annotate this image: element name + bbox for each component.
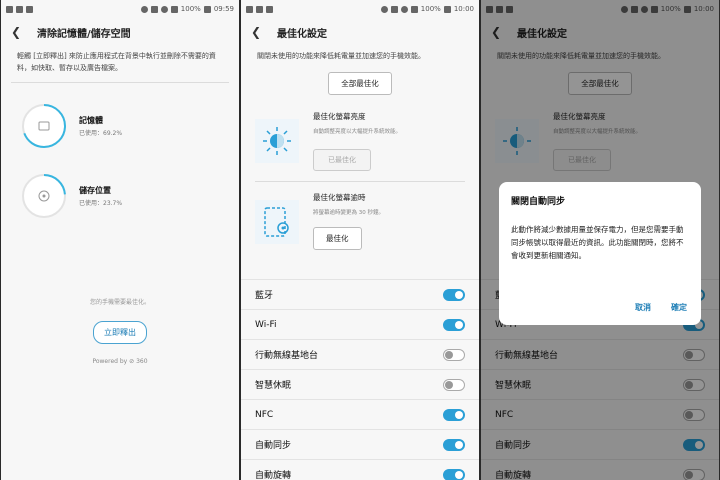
gallery-icon <box>6 5 13 13</box>
auto-sync-dialog: 關閉自動同步 此動作將減少數據用量並保存電力，但是您需要手動同步帳號以取得最近的… <box>499 182 701 325</box>
back-arrow-icon[interactable]: ❮ <box>11 25 27 39</box>
battery-icon <box>203 5 211 13</box>
toggle-switch[interactable] <box>443 288 465 301</box>
description: 關閉未使用的功能來降低耗電量並加速您的手機效能。 <box>257 52 425 60</box>
app-bar: ❮ 最佳化設定 <box>241 18 479 46</box>
divider <box>255 181 465 182</box>
clock: 10:00 <box>453 5 474 13</box>
toggle-row[interactable]: 藍牙 <box>241 279 479 309</box>
memory-label: 記憶體 <box>79 116 103 125</box>
toggle-label: 自動同步 <box>255 441 292 451</box>
wifi-icon <box>160 5 168 13</box>
signal-icon <box>410 5 418 13</box>
toggle-label: 自動旋轉 <box>255 471 292 480</box>
battery-icon <box>443 5 451 13</box>
memory-used: 已使用：69.2% <box>79 130 123 137</box>
toggle-list: 藍牙 Wi-Fi 行動無線基地台智慧休眠 NFC 自動同步自動旋轉 <box>241 279 479 480</box>
toggle-label: Wi-Fi <box>255 319 277 330</box>
battery-percent: 100% <box>420 5 441 13</box>
brightness-icon <box>255 119 299 163</box>
app-bar: ❮ 清除記憶體/儲存空間 <box>1 18 239 46</box>
status-bar: 100% 10:00 <box>241 0 479 18</box>
timeout-card: 最佳化螢幕逾時 將螢幕逾時變更為 30 秒鐘。 最佳化 <box>241 186 479 256</box>
wifi-icon <box>400 5 408 13</box>
storage-gauge <box>22 174 66 218</box>
toggle-row[interactable]: 智慧休眠 <box>241 369 479 399</box>
release-now-button[interactable]: 立即釋出 <box>93 321 147 344</box>
notification-icon <box>26 5 33 13</box>
status-bar: 100% 09:59 <box>1 0 239 18</box>
optimize-all-button[interactable]: 全部最佳化 <box>328 72 392 95</box>
toggle-label: 智慧休眠 <box>255 381 292 391</box>
confirm-button[interactable]: 確定 <box>671 302 687 313</box>
bluetooth-icon <box>380 5 388 13</box>
brightness-title: 最佳化螢幕亮度 <box>313 112 366 121</box>
powered-by-label: Powered by ⊘ 360 <box>92 358 148 365</box>
toggle-label: 藍牙 <box>255 291 274 301</box>
brightness-sub: 自動調整亮度以大幅提升系統效能。 <box>313 129 402 135</box>
bluetooth-icon <box>140 5 148 13</box>
description: 輕觸 [立即釋出] 來防止應用程式在背景中執行並刪除不需要的資料，如快取、暫存以… <box>17 52 216 72</box>
toggle-switch[interactable] <box>443 408 465 421</box>
toggle-switch[interactable] <box>443 318 465 331</box>
page-title: 清除記憶體/儲存空間 <box>37 28 131 40</box>
memory-gauge <box>22 104 66 148</box>
optimize-settings-screen: 100% 10:00 ❮ 最佳化設定 關閉未使用的功能來降低耗電量並加速您的手機效… <box>241 0 479 480</box>
toggle-switch[interactable] <box>443 348 465 361</box>
signal-icon <box>170 5 178 13</box>
memory-cleaner-screen: 100% 09:59 ❮ 清除記憶體/儲存空間 輕觸 [立即釋出] 來防止應用程式… <box>1 0 239 480</box>
memory-gauge-row: 記憶體 已使用：69.2% <box>1 91 239 161</box>
toggle-switch[interactable] <box>443 378 465 391</box>
toggle-row[interactable]: 自動同步 <box>241 429 479 459</box>
optimize-settings-dialog-screen: 100% 10:00 ❮ 最佳化設定 關閉未使用的功能來降低耗電量並加速您的手機效… <box>481 0 719 480</box>
divider <box>11 82 229 83</box>
screen-timeout-icon <box>255 200 299 244</box>
timeout-title: 最佳化螢幕逾時 <box>313 193 366 202</box>
toggle-row[interactable]: Wi-Fi <box>241 309 479 339</box>
nfc-icon <box>150 5 158 13</box>
toggle-row[interactable]: 自動旋轉 <box>241 459 479 480</box>
toggle-label: NFC <box>255 409 274 420</box>
brightness-card: 最佳化螢幕亮度 自動調整亮度以大幅提升系統效能。 已最佳化 <box>241 105 479 177</box>
cancel-button[interactable]: 取消 <box>635 302 651 313</box>
battery-percent: 100% <box>180 5 201 13</box>
timeout-optimize-button[interactable]: 最佳化 <box>313 227 362 250</box>
storage-used: 已使用：23.7% <box>79 200 123 207</box>
back-arrow-icon[interactable]: ❮ <box>251 25 267 39</box>
nfc-icon <box>390 5 398 13</box>
image-icon <box>256 5 263 13</box>
status-message: 您的手機需要最佳化。 <box>89 299 150 306</box>
gallery-icon <box>246 5 253 13</box>
toggle-row[interactable]: 行動無線基地台 <box>241 339 479 369</box>
toggle-label: 行動無線基地台 <box>255 351 319 361</box>
timeout-sub: 將螢幕逾時變更為 30 秒鐘。 <box>313 210 384 216</box>
page-title: 最佳化設定 <box>277 28 327 40</box>
dialog-message: 此動作將減少數據用量並保存電力，但是您需要手動同步帳號以取得最近的資訊。此功能關… <box>511 225 684 260</box>
storage-label: 儲存位置 <box>79 186 111 195</box>
clock: 09:59 <box>213 5 234 13</box>
toggle-switch[interactable] <box>443 438 465 451</box>
notification-icon <box>266 5 273 13</box>
dialog-title: 關閉自動同步 <box>511 197 566 207</box>
image-icon <box>16 5 23 13</box>
storage-gauge-row: 儲存位置 已使用：23.7% <box>1 161 239 231</box>
toggle-row[interactable]: NFC <box>241 399 479 429</box>
brightness-optimized-button: 已最佳化 <box>313 149 371 171</box>
toggle-switch[interactable] <box>443 468 465 480</box>
